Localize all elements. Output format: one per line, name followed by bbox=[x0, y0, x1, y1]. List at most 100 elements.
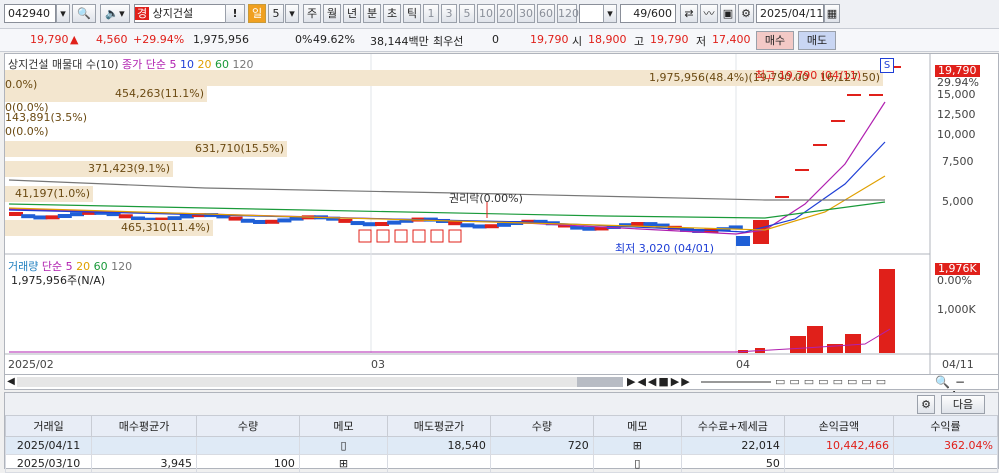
next-button[interactable]: 다음 bbox=[941, 395, 985, 414]
col-profit[interactable]: 손익금액 bbox=[783, 415, 895, 437]
interval-3[interactable]: 3 bbox=[441, 4, 457, 23]
col-sell-avg[interactable]: 매도평균가 bbox=[387, 415, 491, 437]
sell-button[interactable]: 매도 bbox=[798, 31, 836, 50]
interval-10[interactable]: 10 bbox=[477, 4, 495, 23]
high-value: 19,790 bbox=[650, 33, 689, 46]
col-sell-qty[interactable]: 수량 bbox=[489, 415, 594, 437]
period-value[interactable]: 5 bbox=[268, 4, 284, 23]
zoom-slider[interactable] bbox=[701, 381, 771, 383]
stock-chart[interactable]: 상지건설 매물대 수(10) 종가 단순 5 10 20 60 120 1,97… bbox=[4, 53, 999, 375]
interval-30[interactable]: 30 bbox=[517, 4, 535, 23]
buy-button[interactable]: 매수 bbox=[756, 31, 794, 50]
axis-volume-1000k: 1,000K bbox=[937, 303, 976, 316]
cell-return: 362.04% bbox=[893, 436, 998, 455]
display-count-max: /600 bbox=[647, 7, 672, 20]
memo-add-icon[interactable]: ⊞ bbox=[298, 454, 389, 473]
period-minute-button[interactable]: 분 bbox=[363, 4, 381, 23]
speaker-icon[interactable]: 🔈▾ bbox=[100, 4, 130, 23]
memo-icon[interactable]: ▯ bbox=[298, 436, 389, 455]
table-row[interactable]: 2025/03/10 3,945 100 ⊞ ▯ 50 bbox=[4, 454, 998, 473]
scroll-left-button[interactable]: ◀ bbox=[5, 375, 17, 389]
candle bbox=[472, 224, 487, 229]
current-price: 19,790 bbox=[30, 33, 69, 46]
interval-5[interactable]: 5 bbox=[459, 4, 475, 23]
ratio-2: 49.62% bbox=[313, 33, 355, 46]
candle bbox=[448, 221, 463, 226]
cell-sell-qty: 720 bbox=[489, 436, 594, 455]
candle bbox=[70, 212, 84, 217]
search-icon[interactable]: 🔍 bbox=[72, 4, 96, 23]
period-tick-button[interactable]: 틱 bbox=[403, 4, 421, 23]
table-row[interactable]: 2025/04/11 ▯ 18,540 720 ⊞ 22,014 10,442,… bbox=[4, 436, 998, 455]
candle-gap-up bbox=[813, 144, 827, 146]
cell-buy-avg bbox=[91, 436, 198, 455]
price-bar: 19,790 ▲ 4,560 +29.94% 1,975,956 0% 49.6… bbox=[0, 29, 999, 52]
compare-icon[interactable]: ⇄ bbox=[680, 4, 698, 23]
stock-name-field[interactable]: 경 상지건설 bbox=[134, 4, 228, 23]
cell-sell-qty bbox=[489, 454, 594, 473]
buy-signal-marker bbox=[394, 229, 408, 243]
cell-buy-qty: 100 bbox=[196, 454, 300, 473]
col-buy-qty[interactable]: 수량 bbox=[196, 415, 300, 437]
col-buy-memo[interactable]: 메모 bbox=[298, 415, 389, 437]
period-month-button[interactable]: 월 bbox=[323, 4, 341, 23]
volume-profile-10: 0.0%) bbox=[5, 78, 38, 91]
sell-signal-marker[interactable]: S bbox=[880, 58, 894, 73]
table-header-row: 거래일 매수평균가 수량 메모 매도평균가 수량 메모 수수료+제세금 손익금액… bbox=[4, 415, 998, 437]
save-icon[interactable]: ▣ bbox=[720, 4, 736, 23]
display-count-value: 49 bbox=[633, 7, 648, 20]
buy-signal-marker bbox=[358, 229, 372, 243]
candle bbox=[228, 216, 243, 221]
period-second-button[interactable]: 초 bbox=[383, 4, 401, 23]
up-arrow-icon: ▲ bbox=[70, 33, 79, 46]
col-fee-tax[interactable]: 수수료+제세금 bbox=[680, 415, 785, 437]
col-sell-memo[interactable]: 메모 bbox=[592, 415, 682, 437]
display-count[interactable]: 49/600 bbox=[620, 4, 676, 23]
cell-date: 2025/04/11 bbox=[4, 436, 93, 455]
chart-canvas bbox=[5, 54, 998, 374]
gear-icon[interactable]: ⚙ bbox=[738, 4, 754, 23]
volume-ma-120: 120 bbox=[111, 260, 133, 273]
volume-profile-5: 0(0.0%) bbox=[5, 125, 49, 138]
volume-info: 1,975,956주(N/A) bbox=[11, 274, 106, 287]
volume-profile-6: 631,710(15.5%) bbox=[5, 141, 287, 157]
interval-dropdown-button[interactable]: ▾ bbox=[603, 4, 617, 23]
code-dropdown-button[interactable]: ▾ bbox=[56, 4, 70, 23]
col-buy-avg[interactable]: 매수평균가 bbox=[91, 415, 198, 437]
change-amount: 4,560 bbox=[96, 33, 128, 46]
candle bbox=[736, 236, 750, 246]
period-week-button[interactable]: 주 bbox=[303, 4, 321, 23]
trend-icon[interactable]: 〰 bbox=[700, 4, 718, 23]
interval-60[interactable]: 60 bbox=[537, 4, 555, 23]
memo-icon[interactable]: ▯ bbox=[592, 454, 682, 473]
candle bbox=[118, 214, 133, 219]
playback-controls[interactable]: ▶◀◀■▶▶ bbox=[627, 375, 692, 389]
axis-tick-12500: 12,500 bbox=[937, 108, 976, 121]
axis-tick-15000: 15,000 bbox=[937, 88, 976, 101]
scroll-thumb[interactable] bbox=[577, 377, 623, 387]
alert-button[interactable]: ! bbox=[225, 4, 245, 23]
stock-name: 상지건설 bbox=[152, 7, 194, 20]
interval-120[interactable]: 120 bbox=[557, 4, 579, 23]
calendar-icon[interactable]: ▦ bbox=[824, 4, 840, 23]
col-return[interactable]: 수익률 bbox=[893, 415, 998, 437]
low-label: 저 bbox=[696, 35, 707, 48]
period-dropdown-button[interactable]: ▾ bbox=[285, 4, 299, 23]
date-input[interactable]: 2025/04/11 bbox=[756, 4, 824, 23]
priority-value: 0 bbox=[492, 33, 499, 46]
interval-20[interactable]: 20 bbox=[497, 4, 515, 23]
period-day-button[interactable]: 일 bbox=[248, 4, 266, 23]
memo-add-icon[interactable]: ⊞ bbox=[592, 436, 682, 455]
settings-gear-icon[interactable]: ⚙ bbox=[917, 395, 935, 414]
stock-code-input[interactable]: 042940 bbox=[4, 4, 56, 23]
cell-return bbox=[893, 454, 998, 473]
warning-badge: 경 bbox=[135, 7, 150, 20]
candle bbox=[362, 222, 377, 227]
drawing-tools[interactable]: ▭▭▭▭▭▭▭▭ bbox=[775, 375, 890, 389]
period-year-button[interactable]: 년 bbox=[343, 4, 361, 23]
buy-signal-marker bbox=[376, 229, 390, 243]
scroll-track[interactable] bbox=[17, 377, 623, 387]
interval-1[interactable]: 1 bbox=[423, 4, 439, 23]
candle bbox=[460, 223, 475, 228]
col-trade-date[interactable]: 거래일 bbox=[4, 415, 93, 437]
